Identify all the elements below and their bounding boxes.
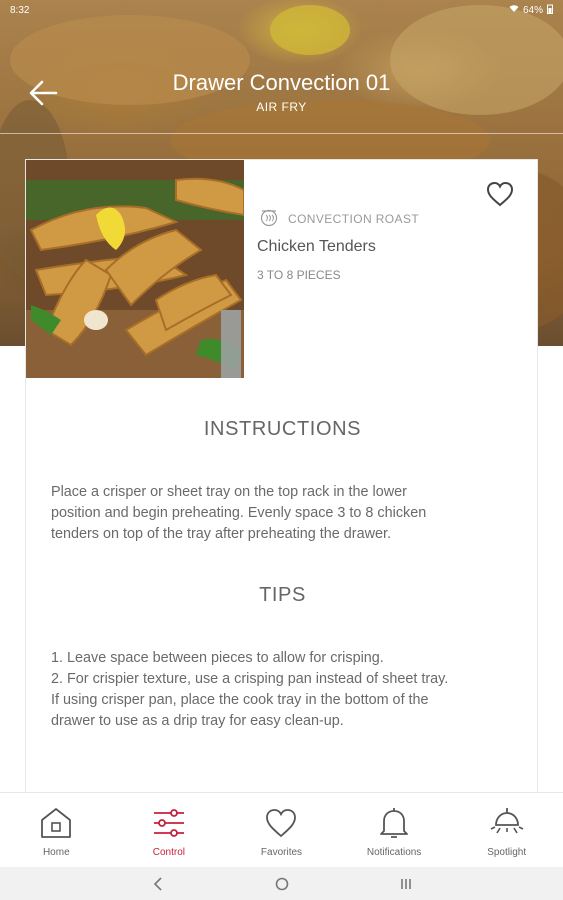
system-navigation-bar [0,867,563,900]
page-title: Drawer Convection 01 [172,70,391,95]
nav-label-notifications: Notifications [366,847,422,858]
recipe-image [26,160,244,378]
instructions-text: Place a crisper or sheet tray on the top… [51,482,521,545]
system-recents-button[interactable] [394,872,418,896]
tips-heading: TIPS [259,584,306,606]
nav-label-favorites: Favorites [260,847,303,858]
recipe-quantity: 3 TO 8 PIECES [257,268,341,282]
favorite-button[interactable] [485,180,515,208]
nav-label-spotlight: Spotlight [487,847,527,858]
status-bar: 8:32 64% [0,0,563,20]
cook-method-label: CONVECTION ROAST [288,211,420,226]
recents-icon [400,878,411,889]
instructions-line: position and begin preheating. Evenly sp… [51,505,427,521]
status-icons: 64% [509,4,553,17]
spotlight-icon [489,805,525,841]
heart-icon [486,181,514,207]
battery-level: 64% [522,4,543,16]
recipe-card: CONVECTION ROAST Chicken Tenders 3 TO 8 … [25,159,538,799]
nav-label-home: Home [42,847,70,858]
nav-item-notifications[interactable]: Notifications [338,793,451,867]
nav-item-favorites[interactable]: Favorites [225,793,338,867]
nav-label-control: Control [152,847,186,858]
nav-item-home[interactable]: Home [0,793,113,867]
bell-icon [376,805,412,841]
home-icon [38,805,74,841]
nav-item-spotlight[interactable]: Spotlight [450,793,563,867]
circle-icon [275,877,288,890]
system-home-button[interactable] [270,872,294,896]
instructions-line: Place a crisper or sheet tray on the top… [51,484,407,500]
cook-method: CONVECTION ROAST [258,206,419,231]
instructions-heading: INSTRUCTIONS [203,418,362,440]
battery-icon [547,4,553,17]
recipe-name: Chicken Tenders [257,238,376,255]
nav-item-control[interactable]: Control [113,793,226,867]
system-back-button[interactable] [146,872,170,896]
bottom-navigation: Home Control Favorites Notifications Spo… [0,792,563,867]
tips-line: If using crisper pan, place the cook tra… [51,692,429,708]
instructions-line: tenders on top of the tray after preheat… [51,526,391,542]
header-divider [0,133,563,134]
convection-roast-icon [258,206,280,231]
sliders-icon [151,805,187,841]
chevron-left-icon [153,876,162,891]
heart-icon [263,805,299,841]
tips-line: 2. For crispier texture, use a crisping … [51,671,449,687]
tips-text: 1. Leave space between pieces to allow f… [51,648,521,732]
status-time: 8:32 [10,4,30,16]
page-subtitle: AIR FRY [256,100,307,114]
tips-line: 1. Leave space between pieces to allow f… [51,650,384,666]
wifi-icon [509,4,519,16]
tips-line: drawer to use as a drip tray for easy cl… [51,713,344,729]
